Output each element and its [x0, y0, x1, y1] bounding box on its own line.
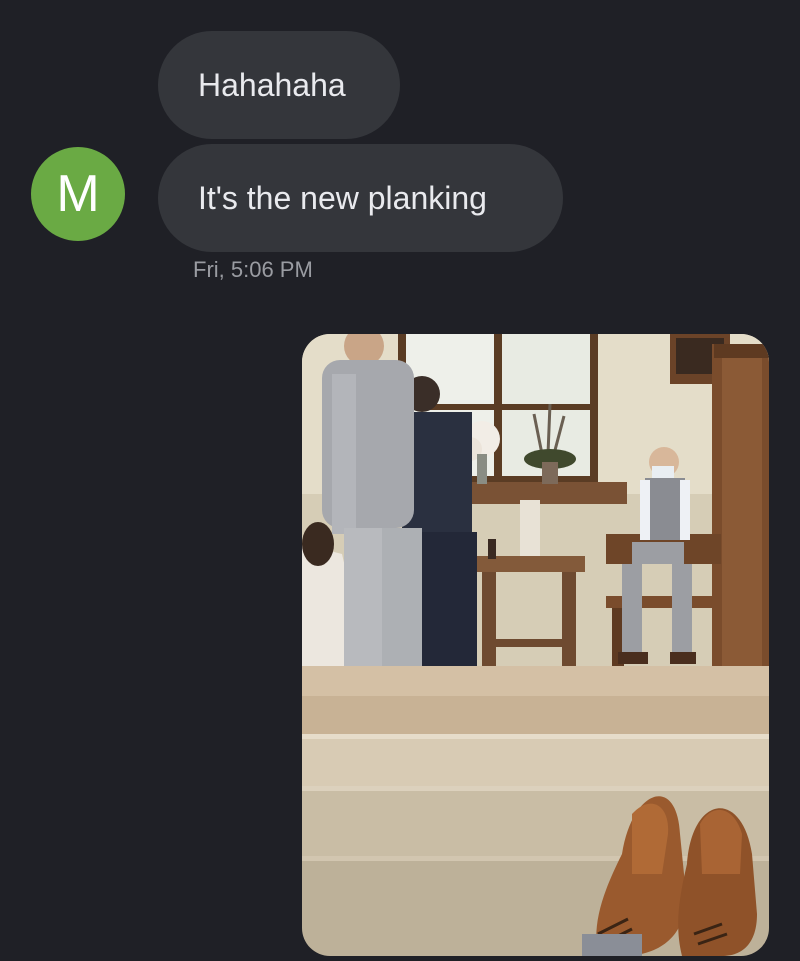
- avatar-letter: M: [56, 165, 100, 223]
- message-text: Hahahaha: [198, 66, 346, 103]
- message-timestamp: Fri, 5:06 PM: [193, 257, 313, 282]
- photo-attachment[interactable]: [302, 334, 769, 956]
- message-text: It's the new planking: [198, 179, 487, 216]
- photo-image: [302, 334, 769, 956]
- message-bubble[interactable]: It's the new planking: [158, 144, 563, 252]
- message-bubble[interactable]: Hahahaha: [158, 31, 400, 139]
- contact-avatar[interactable]: M: [31, 147, 125, 241]
